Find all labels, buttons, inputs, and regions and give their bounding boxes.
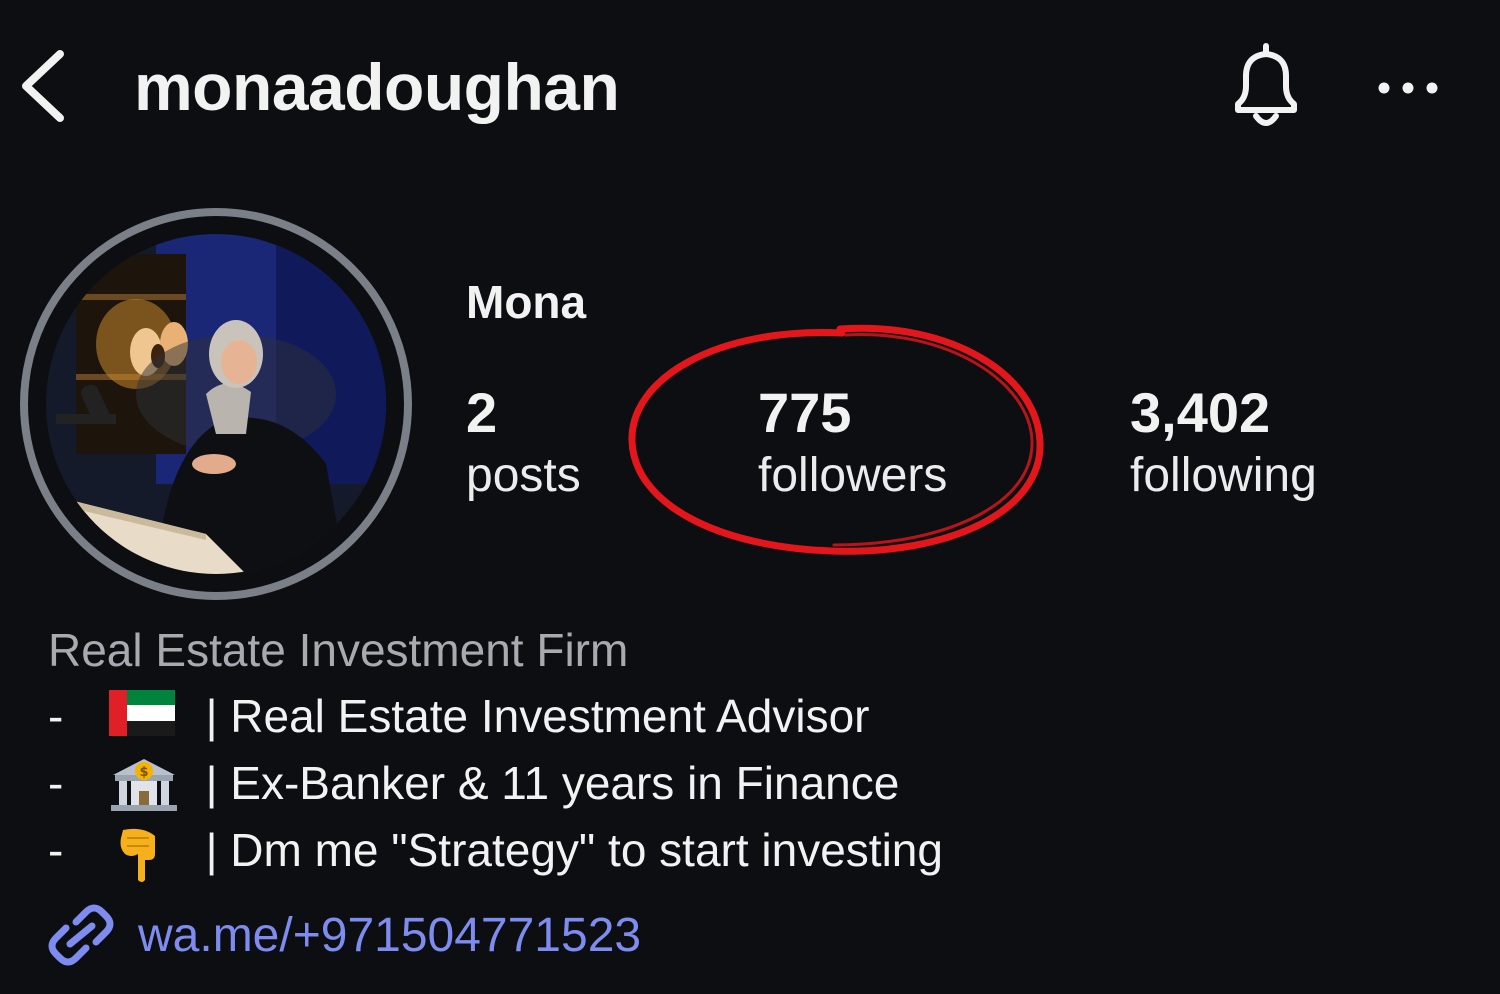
posts-count[interactable]: 2 posts [466, 380, 581, 506]
followers-value: 775 [758, 381, 852, 444]
svg-text:$: $ [139, 765, 148, 780]
following-label: following [1130, 449, 1317, 502]
following-value: 3,402 [1130, 381, 1271, 444]
bio-line: - | Real Estate Investment Advisor [48, 686, 870, 746]
profile-avatar[interactable] [20, 208, 412, 600]
bio-line-prefix: - [48, 690, 64, 742]
notifications-button[interactable] [1218, 38, 1314, 134]
bio-category: Real Estate Investment Firm [48, 624, 629, 676]
posts-value: 2 [466, 381, 498, 444]
link-text: wa.me/+971504771523 [138, 908, 642, 962]
chevron-left-icon [22, 50, 64, 122]
pointing-down-hand-icon [109, 824, 189, 882]
bio-line: - $ | Ex-Banker & 11 years in Finance [48, 753, 899, 813]
bio-line: - | Dm me "Strategy" to start investing [48, 820, 943, 882]
external-link[interactable]: wa.me/+971504771523 [46, 902, 641, 972]
followers-label: followers [758, 449, 948, 502]
bio-line-text: | Real Estate Investment Advisor [205, 690, 870, 742]
profile-username: monaadoughan [134, 50, 620, 124]
following-count[interactable]: 3,402 following [1130, 380, 1317, 506]
more-horizontal-icon [1378, 82, 1438, 94]
followers-count[interactable]: 775 followers [758, 380, 947, 506]
avatar-photo [46, 234, 386, 574]
more-options-button[interactable] [1370, 62, 1450, 114]
bio-line-text: | Ex-Banker & 11 years in Finance [205, 757, 900, 809]
back-button[interactable] [14, 46, 74, 126]
bank-building-icon: $ [109, 757, 189, 811]
posts-label: posts [466, 449, 581, 502]
bio-line-prefix: - [48, 824, 64, 876]
uae-flag-icon [108, 690, 189, 740]
bell-icon [1235, 43, 1297, 126]
bio-line-text: | Dm me "Strategy" to start investing [205, 824, 943, 876]
display-name: Mona [466, 276, 587, 328]
bio-line-prefix: - [48, 757, 64, 809]
link-icon [46, 902, 116, 968]
